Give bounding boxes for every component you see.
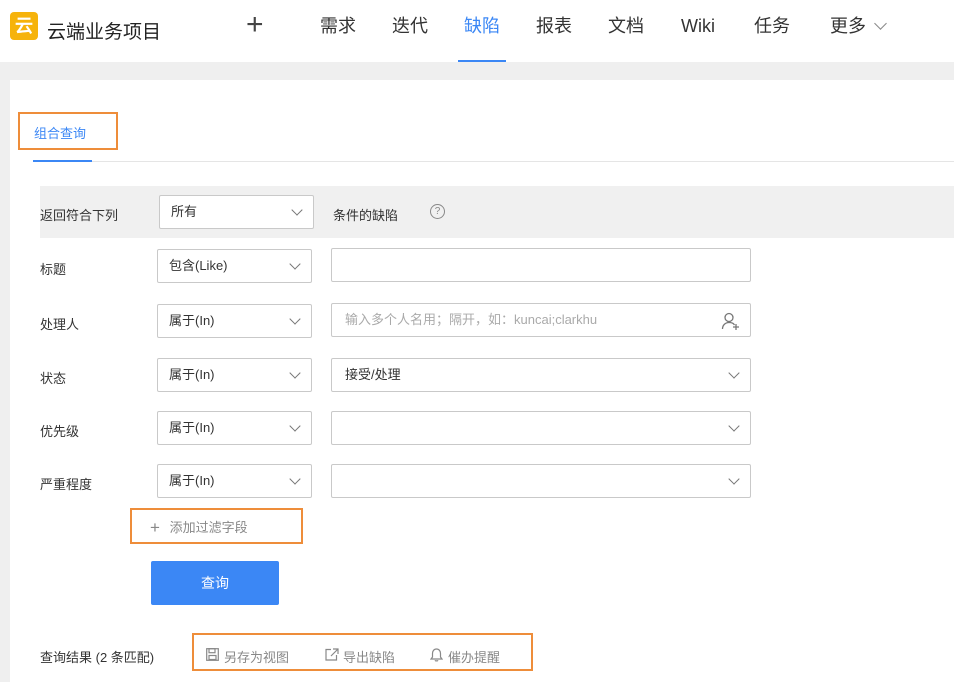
save-as-view-label: 另存为视图: [224, 650, 290, 665]
add-person-icon[interactable]: [721, 311, 741, 331]
filter-label-priority: 优先级: [40, 424, 80, 439]
operator-value: 属于(In): [169, 313, 215, 328]
tab-divider: [33, 161, 954, 162]
chevron-down-icon: [289, 313, 301, 325]
nav-docs[interactable]: 文档: [608, 0, 644, 62]
chevron-down-icon: [728, 367, 740, 379]
export-defects-button[interactable]: 导出缺陷: [325, 647, 395, 666]
chevron-down-icon: [289, 258, 301, 270]
chevron-down-icon: [289, 473, 301, 485]
chevron-down-icon: [291, 204, 303, 216]
priority-value-select[interactable]: [331, 411, 751, 445]
project-name[interactable]: 云端业务项目: [47, 17, 161, 44]
chevron-down-icon: [874, 17, 887, 30]
match-suffix-label: 条件的缺陷: [333, 208, 399, 223]
operator-value: 属于(In): [169, 367, 215, 382]
title-input[interactable]: [331, 248, 751, 282]
save-as-view-button[interactable]: 另存为视图: [206, 647, 289, 666]
add-icon[interactable]: +: [246, 10, 264, 40]
top-bar: 云 云端业务项目 + 需求 迭代 缺陷 报表 文档 Wiki 任务 更多: [0, 0, 954, 62]
filter-operator-severity[interactable]: 属于(In): [157, 464, 312, 498]
save-icon: [206, 648, 219, 661]
handler-input[interactable]: 输入多个人名用；隔开，如：kuncai;clarkhu: [331, 303, 751, 337]
operator-value: 属于(In): [169, 420, 215, 435]
nav-tasks[interactable]: 任务: [754, 0, 790, 62]
status-value-select[interactable]: 接受/处理: [331, 358, 751, 392]
filter-operator-status[interactable]: 属于(In): [157, 358, 312, 392]
chevron-down-icon: [289, 367, 301, 379]
export-defects-label: 导出缺陷: [343, 650, 396, 665]
plus-icon: +: [150, 518, 160, 537]
nav-requirements[interactable]: 需求: [320, 0, 356, 62]
filter-label-title: 标题: [40, 262, 67, 277]
operator-value: 包含(Like): [169, 258, 228, 273]
query-panel: 组合查询 返回符合下列 所有 条件的缺陷 ? 标题 包含(Like) 处理人 属…: [10, 80, 954, 682]
chevron-down-icon: [728, 420, 740, 432]
tab-highlight-box: [18, 112, 118, 150]
chevron-down-icon: [728, 473, 740, 485]
add-filter-button[interactable]: + 添加过滤字段: [150, 517, 248, 537]
status-value: 接受/处理: [345, 367, 401, 382]
nav-reports[interactable]: 报表: [536, 0, 572, 62]
add-filter-label: 添加过滤字段: [169, 520, 248, 535]
help-icon[interactable]: ?: [430, 204, 445, 219]
project-logo[interactable]: 云: [10, 12, 38, 40]
result-summary: 查询结果 (2 条匹配): [40, 650, 155, 665]
urge-reminder-button[interactable]: 催办提醒: [430, 647, 500, 666]
urge-reminder-label: 催办提醒: [448, 650, 501, 665]
filter-operator-priority[interactable]: 属于(In): [157, 411, 312, 445]
operator-value: 属于(In): [169, 473, 215, 488]
filter-operator-title[interactable]: 包含(Like): [157, 249, 312, 283]
tab-active-indicator: [33, 160, 92, 162]
severity-value-select[interactable]: [331, 464, 751, 498]
nav-iterations[interactable]: 迭代: [392, 0, 428, 62]
query-button[interactable]: 查询: [151, 561, 279, 605]
filter-label-status: 状态: [40, 371, 67, 386]
nav-more-label: 更多: [830, 16, 866, 36]
filter-label-handler: 处理人: [40, 317, 80, 332]
chevron-down-icon: [289, 420, 301, 432]
nav-more[interactable]: 更多: [830, 0, 887, 62]
bell-icon: [430, 648, 443, 662]
nav-wiki[interactable]: Wiki: [681, 0, 715, 62]
match-mode-select[interactable]: 所有: [159, 195, 314, 229]
handler-input-placeholder: 输入多个人名用；隔开，如：kuncai;clarkhu: [345, 312, 598, 327]
match-mode-value: 所有: [171, 204, 198, 219]
nav-defects[interactable]: 缺陷: [458, 0, 506, 62]
match-prefix-label: 返回符合下列: [40, 208, 119, 223]
export-icon: [325, 648, 339, 661]
filter-operator-handler[interactable]: 属于(In): [157, 304, 312, 338]
filter-label-severity: 严重程度: [40, 477, 93, 492]
